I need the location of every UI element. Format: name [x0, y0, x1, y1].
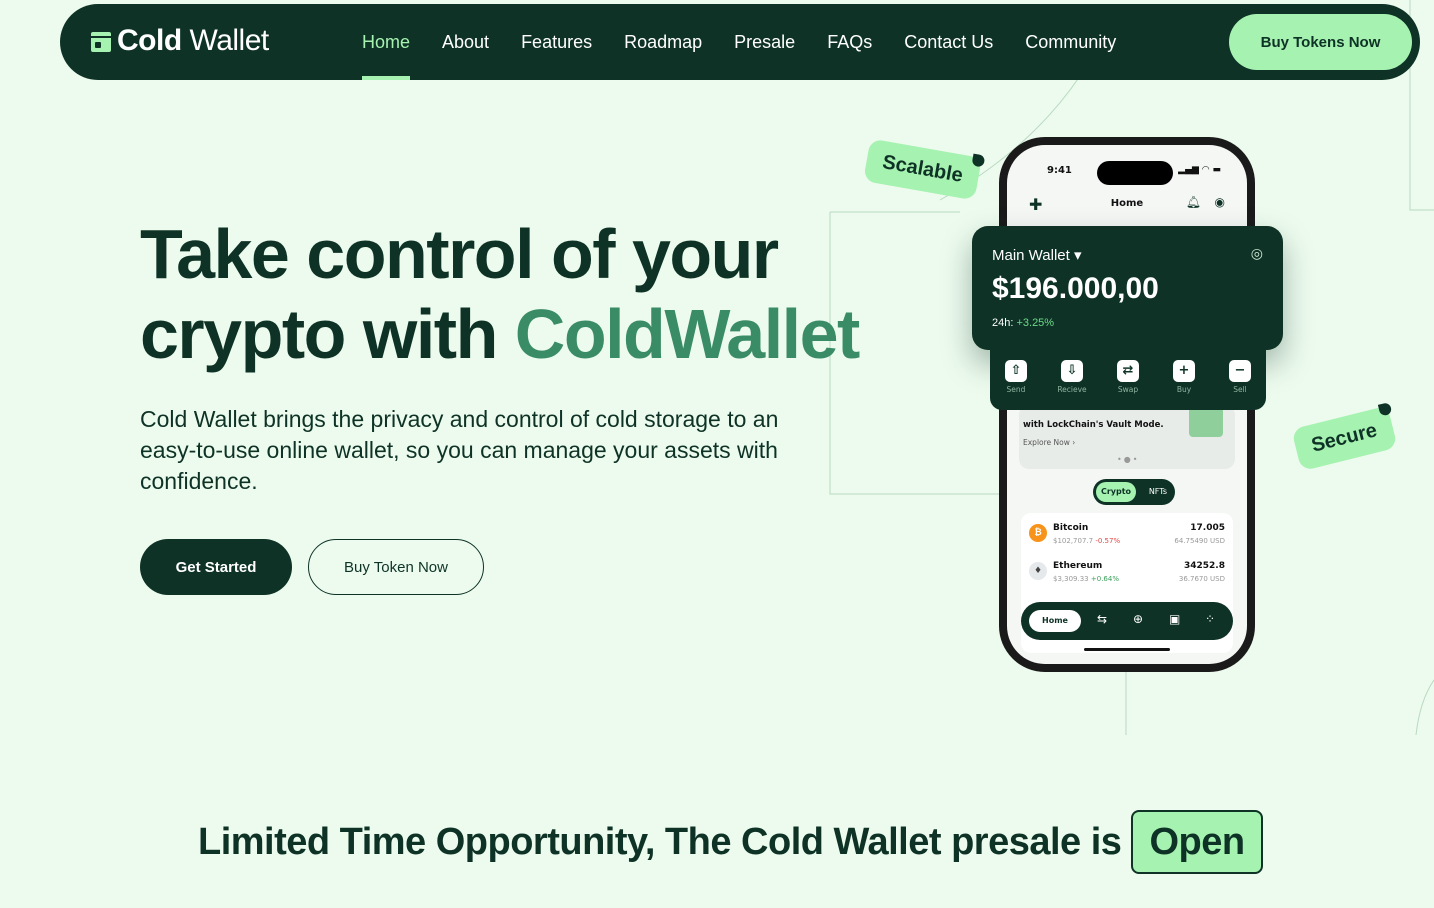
nav-faqs[interactable]: FAQs [827, 4, 872, 80]
buy-tokens-now-button[interactable]: Buy Tokens Now [1229, 14, 1412, 70]
swap-tab-icon[interactable]: ⇆ [1097, 612, 1107, 626]
secure-tag: Secure [1291, 405, 1398, 472]
nav-community[interactable]: Community [1025, 4, 1116, 80]
nav-links: Home About Features Roadmap Presale FAQs… [362, 4, 1148, 80]
buy-action[interactable]: + Buy [1164, 360, 1204, 394]
wallet-selector[interactable]: Main Wallet ▾ [992, 246, 1082, 264]
coin-change: +0.64% [1090, 575, 1119, 583]
nav-presale[interactable]: Presale [734, 4, 795, 80]
get-started-button[interactable]: Get Started [140, 539, 292, 595]
action-label: Recieve [1057, 385, 1087, 394]
status-icons: ▂▄▆ ◠ ▬ [1178, 165, 1221, 175]
wallet-action-bar: ⇧ Send ⇩ Recieve ⇄ Swap + Buy − Sell [990, 350, 1266, 410]
action-label: Send [1006, 385, 1026, 394]
dynamic-island [1097, 161, 1173, 185]
hero-title-line2: crypto with [140, 295, 515, 373]
status-time: 9:41 [1047, 165, 1072, 176]
coin-usd: 36.7670 USD [1178, 575, 1225, 583]
globe-tab-icon[interactable]: ⊕ [1133, 612, 1143, 626]
coin-name: Ethereum [1053, 561, 1103, 571]
user-icon[interactable]: ◉ [1215, 195, 1225, 209]
send-icon: ⇧ [1005, 360, 1027, 382]
phone-tab-bar: Home ⇆ ⊕ ▣ ⁘ [1021, 602, 1233, 640]
wallet-balance: $196.000,00 [992, 272, 1159, 305]
action-label: Swap [1117, 385, 1139, 394]
logo[interactable]: Cold Wallet [91, 24, 269, 58]
coin-price-line: $3,309.33 +0.64% [1053, 575, 1119, 583]
bell-icon[interactable]: 🔔︎ [1186, 195, 1201, 209]
buy-token-now-button[interactable]: Buy Token Now [308, 539, 484, 595]
coin-amount: 17.005 [1190, 523, 1225, 533]
ethereum-icon: ♦ [1029, 562, 1047, 580]
promo-text: with LockChain's Vault Mode. [1023, 420, 1164, 430]
nav-home[interactable]: Home [362, 4, 411, 80]
nav-about[interactable]: About [442, 4, 489, 80]
coin-price-line: $102,707.7 -0.57% [1053, 537, 1120, 545]
top-navbar: Cold Wallet Home About Features Roadmap … [60, 4, 1420, 80]
coin-name: Bitcoin [1053, 523, 1089, 533]
home-indicator [1084, 648, 1170, 651]
scalable-tag: Scalable [863, 138, 983, 201]
swap-icon: ⇄ [1117, 360, 1139, 382]
wallet-change: 24h: +3.25% [992, 317, 1055, 329]
coin-price: $3,309.33 [1053, 575, 1089, 583]
action-label: Buy [1176, 385, 1192, 394]
carousel-dots: •●• [1117, 455, 1140, 464]
wallet-logo-icon [91, 32, 111, 52]
wallet-tab-icon[interactable]: ▣ [1169, 612, 1180, 626]
receive-action[interactable]: ⇩ Recieve [1052, 360, 1092, 394]
presale-banner: Limited Time Opportunity, The Cold Walle… [198, 810, 1263, 874]
swap-action[interactable]: ⇄ Swap [1108, 360, 1148, 394]
presale-open-badge: Open [1131, 810, 1263, 874]
action-label: Sell [1233, 385, 1247, 394]
asset-segment-control: Crypto NFTs [1093, 479, 1175, 505]
coin-change: -0.57% [1095, 537, 1121, 545]
nav-features[interactable]: Features [521, 4, 592, 80]
segment-crypto[interactable]: Crypto [1096, 482, 1136, 502]
coin-row-ethereum[interactable]: ♦ Ethereum $3,309.33 +0.64% 34252.8 36.7… [1029, 559, 1225, 593]
send-action[interactable]: ⇧ Send [996, 360, 1036, 394]
segment-nfts[interactable]: NFTs [1149, 482, 1167, 502]
nav-roadmap[interactable]: Roadmap [624, 4, 702, 80]
shield-icon [1189, 407, 1223, 437]
coin-row-bitcoin[interactable]: ₿ Bitcoin $102,707.7 -0.57% 17.005 64.75… [1029, 521, 1225, 555]
coin-usd: 64.75490 USD [1174, 537, 1225, 545]
coin-price: $102,707.7 [1053, 537, 1094, 545]
sell-action[interactable]: − Sell [1220, 360, 1260, 394]
apps-tab-icon[interactable]: ⁘ [1205, 612, 1215, 626]
logo-text: Cold Wallet [117, 24, 269, 57]
eye-icon[interactable]: ◎ [1251, 246, 1263, 262]
hero-title: Take control of your crypto with ColdWal… [140, 214, 861, 374]
promo-explore-link[interactable]: Explore Now › [1023, 438, 1075, 447]
phone-screen-title: Home [1110, 198, 1144, 209]
hero-title-line1: Take control of your [140, 215, 779, 293]
main-wallet-card: Main Wallet ▾ ◎ $196.000,00 24h: +3.25% [972, 226, 1283, 350]
hero-title-accent: ColdWallet [514, 295, 861, 373]
nav-contact-us[interactable]: Contact Us [904, 4, 993, 80]
receive-icon: ⇩ [1061, 360, 1083, 382]
coin-amount: 34252.8 [1184, 561, 1225, 571]
bitcoin-icon: ₿ [1029, 524, 1047, 542]
presale-banner-text: Limited Time Opportunity, The Cold Walle… [198, 820, 1122, 863]
hero-subtitle: Cold Wallet brings the privacy and contr… [140, 406, 779, 494]
plus-icon: + [1173, 360, 1195, 382]
minus-icon: − [1229, 360, 1251, 382]
tab-home[interactable]: Home [1029, 610, 1081, 632]
